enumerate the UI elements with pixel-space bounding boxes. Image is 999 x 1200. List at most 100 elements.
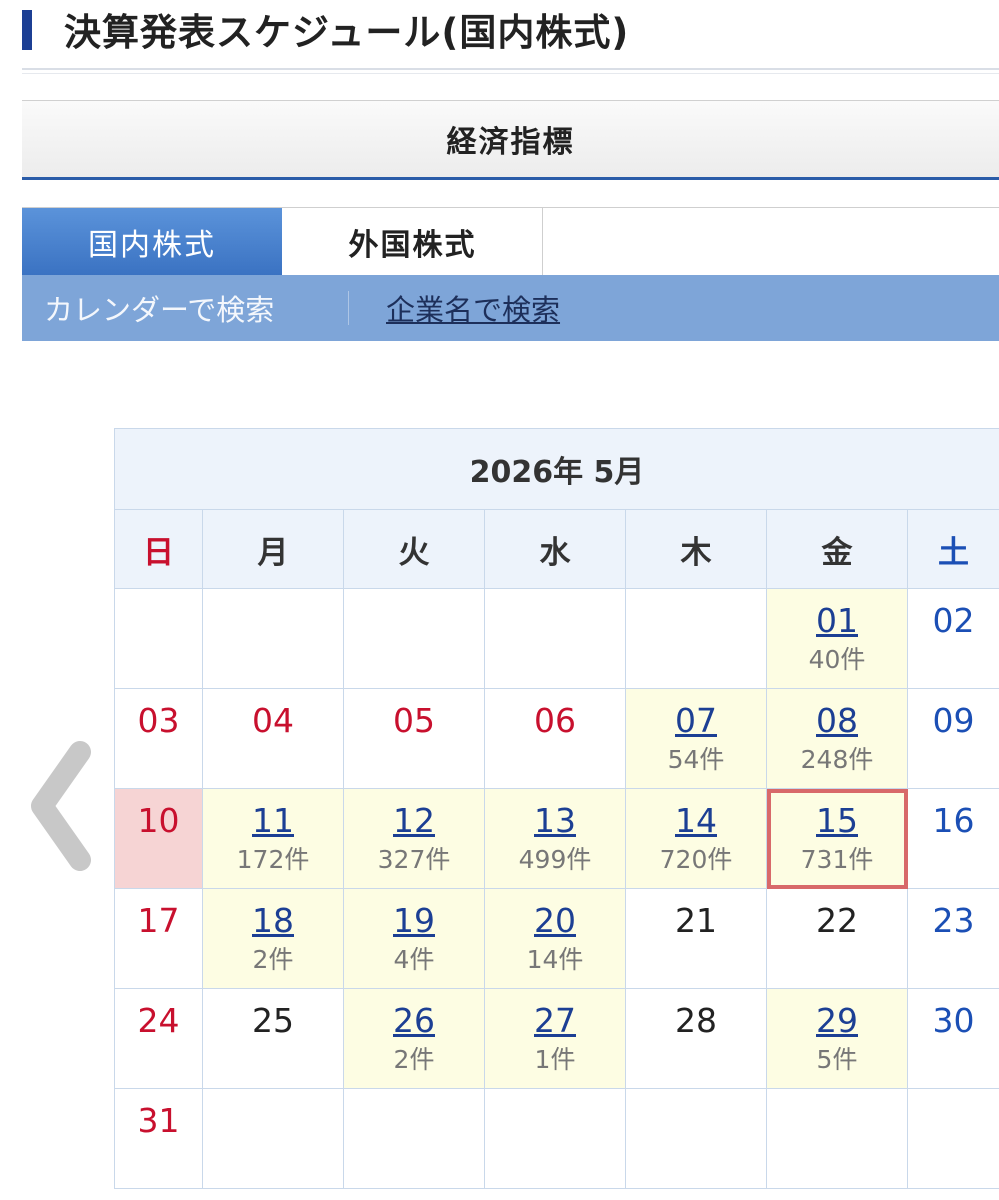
calendar-day-number: 04 <box>252 701 294 740</box>
calendar-day-number: 21 <box>675 901 717 940</box>
market-tabs: 国内株式 外国株式 <box>22 207 999 276</box>
prev-month-button[interactable] <box>18 738 98 874</box>
calendar-day-number: 05 <box>393 701 435 740</box>
calendar-day-cell[interactable]: 18 2件 <box>202 888 344 989</box>
calendar-week-row: 03 04 05 06 07 54件 08 248件 09 <box>114 688 999 789</box>
calendar-day-number: 30 <box>932 1001 975 1040</box>
calendar-day-cell: 31 <box>114 1088 203 1189</box>
search-by-company-link[interactable]: 企業名で検索 <box>386 287 560 329</box>
calendar-day-cell[interactable]: 19 4件 <box>343 888 485 989</box>
earnings-count: 172件 <box>236 845 310 874</box>
calendar-day-number: 24 <box>137 1001 180 1040</box>
page-title: 決算発表スケジュール(国内株式) <box>64 11 630 54</box>
calendar-day-cell[interactable]: 27 1件 <box>484 988 626 1089</box>
weekday-header: 金 <box>766 509 908 589</box>
calendar-table: 2026年 5月 日月火水木金土 01 40件 02 03 04 05 06 07 54件 08 2… <box>113 428 999 1189</box>
tab-economic-indicators[interactable]: 経済指標 <box>22 100 999 180</box>
earnings-count: 499件 <box>518 845 592 874</box>
calendar-day-cell: 22 <box>766 888 908 989</box>
calendar-day-cell[interactable]: 20 14件 <box>484 888 626 989</box>
calendar-day-link[interactable]: 19 <box>344 901 484 941</box>
chevron-left-icon <box>31 741 91 871</box>
calendar-day-number: 17 <box>137 901 180 940</box>
calendar-day-cell[interactable]: 29 5件 <box>766 988 908 1089</box>
earnings-count: 40件 <box>808 645 866 674</box>
calendar-day-cell[interactable]: 11 172件 <box>202 788 344 889</box>
calendar-day-cell: 09 <box>906 688 999 789</box>
calendar-day-number: 31 <box>137 1101 180 1140</box>
calendar-day-cell: 02 <box>906 588 999 689</box>
calendar-day-cell[interactable]: 15 731件 <box>766 788 908 889</box>
search-mode-bar: カレンダーで検索 企業名で検索 <box>22 275 999 341</box>
calendar-empty-cell <box>202 588 344 689</box>
calendar-day-cell: 24 <box>114 988 203 1089</box>
calendar-empty-cell <box>766 1088 908 1189</box>
page-header: 決算発表スケジュール(国内株式) <box>22 0 999 54</box>
calendar-body: 01 40件 02 03 04 05 06 07 54件 08 248件 09 10 11 172件 12 32… <box>114 588 999 1189</box>
calendar-day-link[interactable]: 26 <box>344 1001 484 1041</box>
calendar-day-link[interactable]: 13 <box>485 801 625 841</box>
earnings-count: 2件 <box>393 1045 435 1074</box>
calendar-day-link[interactable]: 29 <box>767 1001 907 1041</box>
calendar-day-number: 16 <box>932 801 975 840</box>
divider <box>22 73 999 74</box>
calendar-day-cell: 25 <box>202 988 344 1089</box>
weekday-header: 日 <box>114 509 203 589</box>
calendar-day-cell: 28 <box>625 988 767 1089</box>
calendar-day-link[interactable]: 15 <box>767 801 907 841</box>
calendar-day-link[interactable]: 18 <box>203 901 343 941</box>
calendar-day-cell: 05 <box>343 688 485 789</box>
calendar-day-link[interactable]: 14 <box>626 801 766 841</box>
calendar-day-cell[interactable]: 07 54件 <box>625 688 767 789</box>
calendar-day-cell: 17 <box>114 888 203 989</box>
calendar-day-cell: 06 <box>484 688 626 789</box>
calendar: 2026年 5月 日月火水木金土 01 40件 02 03 04 05 06 07 54件 08 2… <box>113 428 999 1189</box>
calendar-day-link[interactable]: 11 <box>203 801 343 841</box>
calendar-week-row: 10 11 172件 12 327件 13 499件 14 720件 15 731件 16 <box>114 788 999 889</box>
tab-domestic-stocks[interactable]: 国内株式 <box>22 208 282 276</box>
calendar-day-number: 03 <box>137 701 180 740</box>
title-accent-bar <box>22 10 32 50</box>
calendar-day-link[interactable]: 01 <box>767 601 907 641</box>
calendar-day-cell: 03 <box>114 688 203 789</box>
tab-foreign-stocks[interactable]: 外国株式 <box>283 208 543 276</box>
calendar-day-link[interactable]: 07 <box>626 701 766 741</box>
calendar-empty-cell <box>625 588 767 689</box>
calendar-week-row: 17 18 2件 19 4件 20 14件 21 22 23 <box>114 888 999 989</box>
calendar-day-cell[interactable]: 12 327件 <box>343 788 485 889</box>
calendar-day-number: 09 <box>932 701 975 740</box>
calendar-day-number: 10 <box>137 801 180 840</box>
calendar-day-link[interactable]: 12 <box>344 801 484 841</box>
earnings-count: 2件 <box>252 945 294 974</box>
weekday-header: 土 <box>906 509 999 589</box>
earnings-count: 1件 <box>534 1045 576 1074</box>
weekday-header: 木 <box>625 509 767 589</box>
calendar-day-cell[interactable]: 01 40件 <box>766 588 908 689</box>
calendar-day-number: 28 <box>675 1001 717 1040</box>
weekday-header-row: 日月火水木金土 <box>114 509 999 589</box>
divider <box>348 291 349 325</box>
calendar-day-cell[interactable]: 14 720件 <box>625 788 767 889</box>
earnings-count: 14件 <box>526 945 584 974</box>
divider <box>22 68 999 70</box>
calendar-day-number: 23 <box>932 901 975 940</box>
calendar-day-link[interactable]: 20 <box>485 901 625 941</box>
calendar-day-cell: 23 <box>906 888 999 989</box>
calendar-empty-cell <box>343 588 485 689</box>
calendar-empty-cell <box>202 1088 344 1189</box>
calendar-day-number: 25 <box>252 1001 294 1040</box>
calendar-day-cell[interactable]: 13 499件 <box>484 788 626 889</box>
calendar-day-cell[interactable]: 26 2件 <box>343 988 485 1089</box>
earnings-count: 54件 <box>667 745 725 774</box>
calendar-empty-cell <box>114 588 203 689</box>
calendar-day-cell[interactable]: 08 248件 <box>766 688 908 789</box>
earnings-count: 731件 <box>800 845 874 874</box>
calendar-day-cell: 30 <box>906 988 999 1089</box>
calendar-week-row: 31 <box>114 1088 999 1189</box>
calendar-day-number: 02 <box>932 601 975 640</box>
calendar-week-row: 01 40件 02 <box>114 588 999 689</box>
earnings-count: 4件 <box>393 945 435 974</box>
calendar-day-link[interactable]: 08 <box>767 701 907 741</box>
calendar-day-link[interactable]: 27 <box>485 1001 625 1041</box>
calendar-day-number: 06 <box>534 701 576 740</box>
